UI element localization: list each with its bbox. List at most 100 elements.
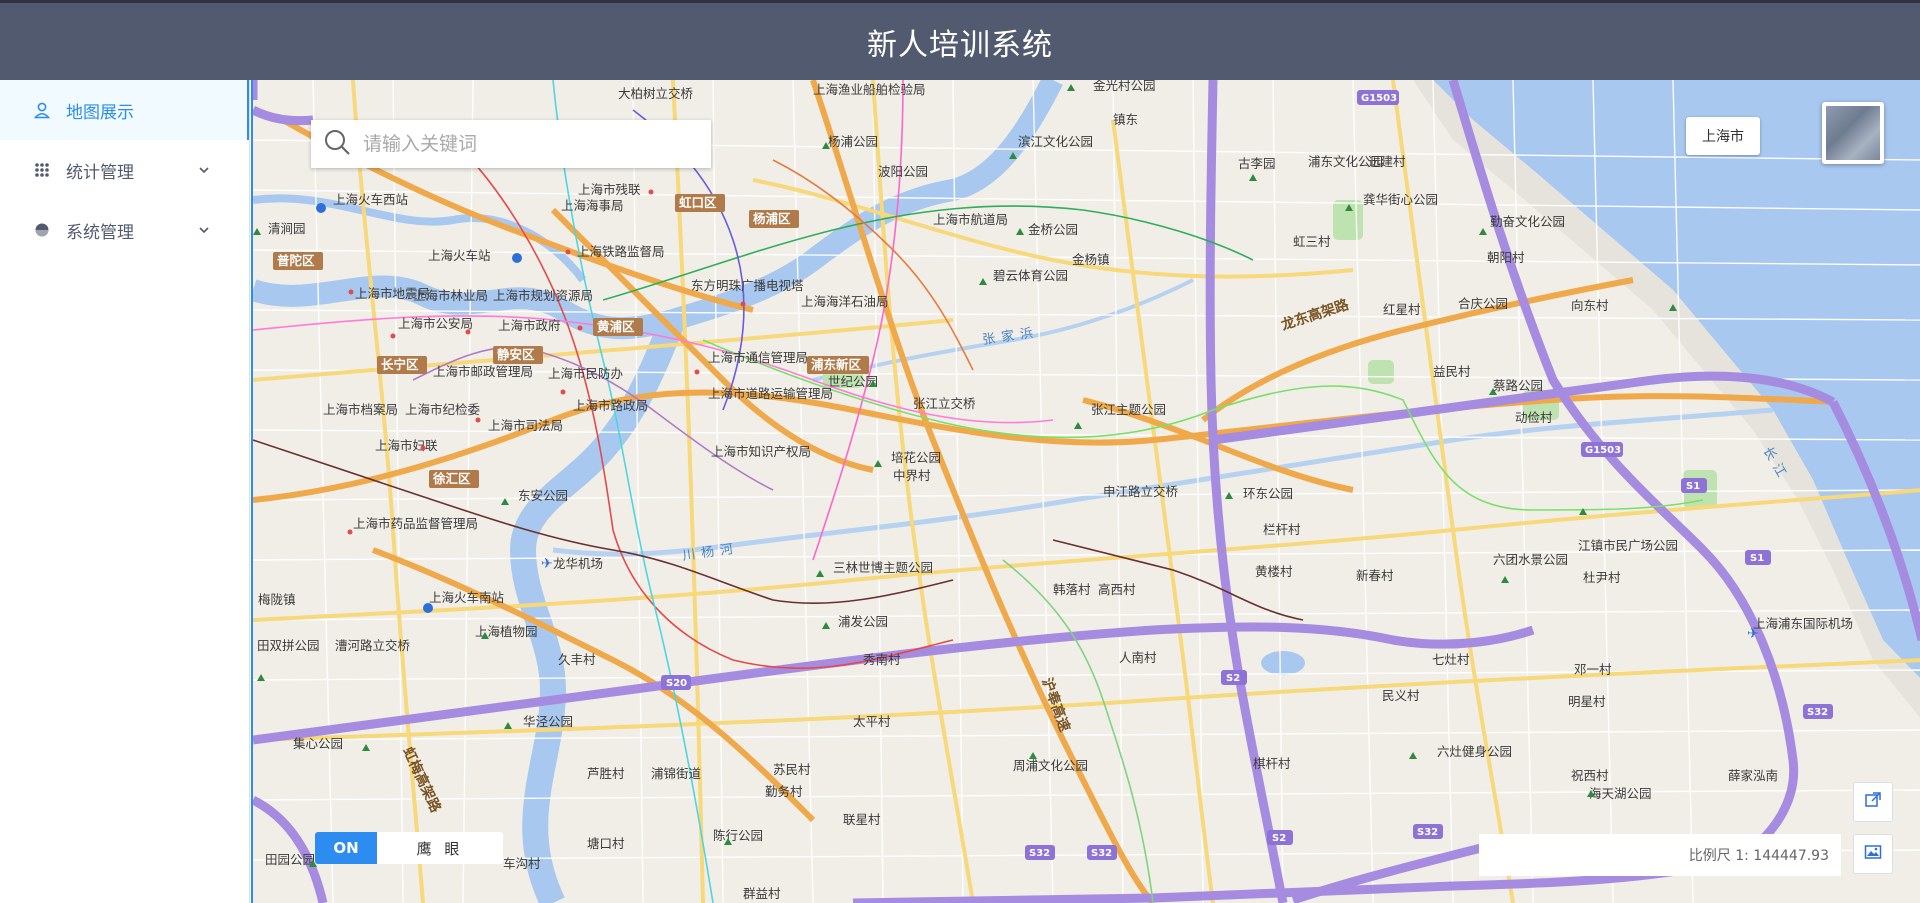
svg-text:东方明珠广播电视塔: 东方明珠广播电视塔 [691,278,804,293]
svg-text:金杨镇: 金杨镇 [1072,252,1110,267]
svg-text:上海火车站: 上海火车站 [428,248,491,263]
svg-text:上海市纪检委: 上海市纪检委 [405,402,481,417]
district-putuo: 普陀区 [277,253,315,268]
svg-text:勤务村: 勤务村 [765,784,803,799]
svg-text:S2: S2 [1272,833,1286,844]
svg-text:申江路立交桥: 申江路立交桥 [1103,484,1179,499]
svg-text:三林世博主题公园: 三林世博主题公园 [833,560,933,575]
svg-text:上海浦东国际机场: 上海浦东国际机场 [1753,616,1853,631]
svg-text:新春村: 新春村 [1356,568,1394,583]
chevron-down-icon [197,222,211,242]
svg-text:邓一村: 邓一村 [1574,662,1612,677]
svg-text:S32: S32 [1029,848,1050,859]
svg-text:集心公园: 集心公园 [293,736,343,751]
eagle-eye-on-switch[interactable]: ON [315,832,377,864]
district-xuhui: 徐汇区 [432,471,471,486]
svg-text:古李园: 古李园 [1238,156,1276,171]
map-canvas[interactable]: 虹口区 杨浦区 普陀区 黄浦区 静安区 长宁区 浦东新区 徐汇区 上海渔业船舶检… [251,80,1920,903]
svg-text:六团水景公园: 六团水景公园 [1493,552,1568,567]
svg-text:上海市残联: 上海市残联 [578,182,641,197]
svg-text:华泾公园: 华泾公园 [523,714,573,729]
svg-text:上海市政府: 上海市政府 [498,318,561,333]
svg-text:S32: S32 [1417,827,1438,838]
svg-text:浦锦街道: 浦锦街道 [651,766,702,781]
svg-text:金桥公园: 金桥公园 [1028,222,1078,237]
image-icon [1864,843,1882,865]
svg-text:薛家泓南: 薛家泓南 [1728,768,1778,783]
svg-text:迅建村: 迅建村 [1368,154,1406,169]
svg-text:栏杆村: 栏杆村 [1263,522,1301,537]
svg-text:S32: S32 [1807,707,1828,718]
svg-text:上海市邮政管理局: 上海市邮政管理局 [433,364,533,379]
app-title: 新人培训系统 [867,27,1053,63]
sidebar-item-system[interactable]: 系统管理 [0,200,249,260]
svg-text:上海渔业船舶检验局: 上海渔业船舶检验局 [813,82,926,97]
sidebar-item-statistics[interactable]: 统计管理 [0,140,249,200]
svg-text:高西村: 高西村 [1098,582,1136,597]
city-button[interactable]: 上海市 [1686,117,1760,155]
svg-text:漕河路立交桥: 漕河路立交桥 [335,638,411,653]
svg-text:民义村: 民义村 [1382,688,1420,703]
svg-text:芦胜村: 芦胜村 [587,766,625,781]
svg-text:七灶村: 七灶村 [1432,652,1470,667]
svg-text:红星村: 红星村 [1383,302,1421,317]
share-button[interactable] [1853,782,1893,822]
svg-text:张江主题公园: 张江主题公园 [1091,402,1166,417]
search-icon[interactable] [323,128,351,160]
sidebar-item-label: 地图展示 [66,102,134,123]
svg-text:张江立交桥: 张江立交桥 [913,396,976,411]
svg-text:大柏树立交桥: 大柏树立交桥 [618,86,694,101]
svg-text:上海市公安局: 上海市公安局 [398,316,473,331]
chevron-down-icon [197,162,211,182]
svg-text:祝西村: 祝西村 [1571,768,1609,783]
map-search-box[interactable] [311,120,711,168]
svg-text:上海市道路运输管理局: 上海市道路运输管理局 [708,386,833,401]
svg-text:上海市知识产权局: 上海市知识产权局 [711,444,811,459]
svg-text:黄楼村: 黄楼村 [1255,564,1293,579]
district-pudong: 浦东新区 [811,357,862,372]
search-input[interactable] [363,133,683,155]
svg-text:S32: S32 [1091,848,1112,859]
svg-text:韩落村: 韩落村 [1053,582,1091,597]
svg-text:✈: ✈ [541,556,553,572]
svg-text:S1: S1 [1750,553,1764,564]
svg-text:勤奋文化公园: 勤奋文化公园 [1490,214,1565,229]
svg-text:陈行公园: 陈行公园 [713,828,763,843]
svg-text:东安公园: 东安公园 [518,488,568,503]
svg-text:上海市司法局: 上海市司法局 [488,418,563,433]
svg-text:浦发公园: 浦发公园 [838,614,888,629]
svg-text:上海市药品监督管理局: 上海市药品监督管理局 [353,516,478,531]
svg-text:G1503: G1503 [1585,445,1621,456]
district-changning: 长宁区 [381,357,419,372]
app-header: 新人培训系统 [0,0,1920,80]
eagle-eye-toggle[interactable]: ON 鹰 眼 [315,832,503,864]
svg-text:联星村: 联星村 [843,812,881,827]
svg-text:碧云体育公园: 碧云体育公园 [993,268,1068,283]
svg-text:棋杆村: 棋杆村 [1253,756,1291,771]
eagle-eye-label: 鹰 眼 [377,832,503,864]
svg-text:上海海事局: 上海海事局 [561,198,624,213]
scale-text: 比例尺 1: 144447.93 [1688,848,1829,864]
user-location-icon [32,100,52,120]
sidebar: 地图展示 统计管理 系统管理 [0,80,250,903]
layer-switcher[interactable] [1822,102,1884,164]
svg-text:田园公园: 田园公园 [265,852,315,867]
svg-text:金光村公园: 金光村公园 [1093,80,1156,93]
svg-text:上海市路政局: 上海市路政局 [573,398,648,413]
grid-icon [32,160,52,180]
svg-text:上海市档案局: 上海市档案局 [323,402,398,417]
svg-text:车沟村: 车沟村 [503,856,541,871]
svg-text:杨浦公园: 杨浦公园 [828,134,878,149]
svg-text:江镇市民广场公园: 江镇市民广场公园 [1578,538,1678,553]
svg-text:秀南村: 秀南村 [863,652,901,667]
pie-icon [32,220,52,240]
svg-text:环东公园: 环东公园 [1243,486,1293,501]
svg-text:上海市航道局: 上海市航道局 [933,212,1008,227]
svg-text:群益村: 群益村 [743,886,781,901]
svg-text:人南村: 人南村 [1119,650,1157,665]
svg-text:龚华街心公园: 龚华街心公园 [1363,192,1438,207]
screenshot-button[interactable] [1853,834,1893,874]
svg-text:S2: S2 [1226,673,1240,684]
sidebar-item-map-display[interactable]: 地图展示 [0,80,249,140]
svg-text:朝阳村: 朝阳村 [1487,250,1525,265]
